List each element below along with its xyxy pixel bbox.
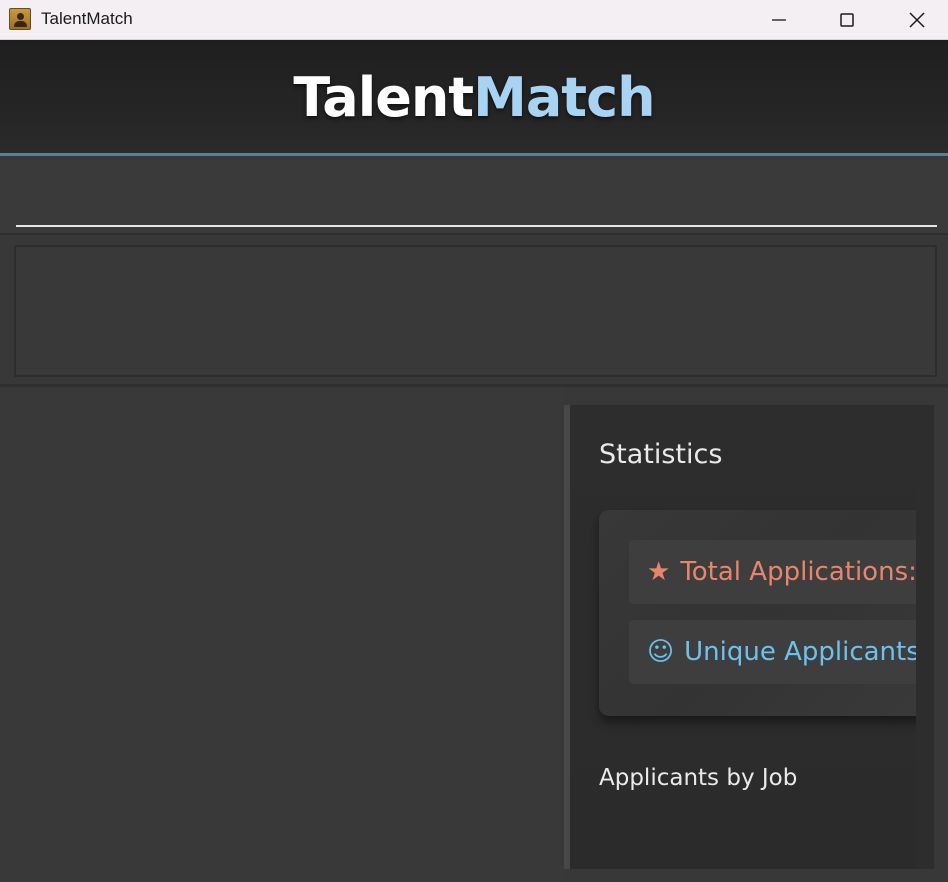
statistics-card: ★ Total Applications: ☺ Unique Applicant…: [599, 510, 934, 716]
right-margin: [934, 405, 948, 882]
search-input[interactable]: [16, 159, 937, 227]
applicants-by-job-title: Applicants by Job: [599, 765, 798, 791]
unique-applicants-stat: ☺ Unique Applicants:: [629, 620, 934, 684]
statistics-title: Statistics: [599, 439, 723, 470]
maximize-icon: [840, 13, 854, 27]
total-applications-stat: ★ Total Applications:: [629, 540, 934, 604]
smiley-icon: ☺: [647, 637, 675, 667]
minimize-icon: [772, 19, 786, 21]
minimize-button[interactable]: [744, 0, 814, 40]
close-icon: [909, 12, 925, 28]
brand-title: TalentMatch: [0, 66, 948, 129]
statistics-panel: Statistics ★ Total Applications: ☺ Uniqu…: [564, 405, 934, 869]
window-title: TalentMatch: [41, 9, 133, 28]
close-button[interactable]: [882, 0, 948, 40]
app-icon: [9, 8, 31, 30]
brand-part-match: Match: [473, 66, 655, 129]
filter-panel: [14, 245, 937, 377]
search-bar: [0, 159, 948, 235]
app-header: TalentMatch: [0, 40, 948, 156]
star-icon: ★: [647, 557, 671, 587]
unique-applicants-label: Unique Applicants:: [684, 637, 929, 667]
applicant-list[interactable]: [0, 387, 565, 882]
maximize-button[interactable]: [812, 0, 882, 40]
total-applications-label: Total Applications:: [680, 557, 917, 587]
panel-edge: [916, 405, 934, 869]
brand-part-talent: Talent: [293, 66, 474, 129]
window-titlebar: TalentMatch: [0, 0, 948, 40]
